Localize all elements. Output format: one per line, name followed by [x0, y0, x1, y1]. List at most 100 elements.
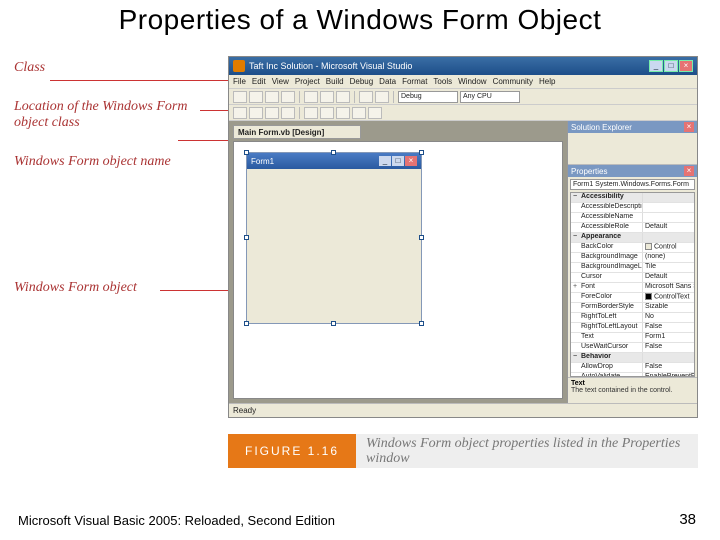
toolbar-button[interactable] [304, 107, 318, 119]
menu-item-edit[interactable]: Edit [252, 77, 266, 86]
toolbar-button[interactable] [375, 91, 389, 103]
toolbar-button[interactable] [281, 91, 295, 103]
properties-grid[interactable]: −AccessibilityAccessibleDescriptionAcces… [570, 192, 695, 377]
property-value[interactable]: Default [643, 273, 694, 282]
minimize-button[interactable]: _ [649, 60, 663, 72]
toolbar-button[interactable] [336, 107, 350, 119]
toolbar-button[interactable] [233, 107, 247, 119]
property-row[interactable]: AllowDropFalse [571, 363, 694, 373]
toolbar-button[interactable] [265, 107, 279, 119]
property-row[interactable]: RightToLeftLayoutFalse [571, 323, 694, 333]
expand-icon [571, 253, 579, 262]
resize-handle[interactable] [331, 150, 336, 155]
property-value[interactable]: Microsoft Sans Serif [643, 283, 694, 292]
resize-handle[interactable] [331, 321, 336, 326]
toolbar-button[interactable] [249, 91, 263, 103]
property-value[interactable]: Sizable [643, 303, 694, 312]
windows-form-object[interactable]: Form1 _ □ × [246, 152, 422, 324]
menu-item-file[interactable]: File [233, 77, 246, 86]
right-panel-column: Solution Explorer × Properties × Form1 S… [567, 121, 697, 403]
menu-item-data[interactable]: Data [379, 77, 396, 86]
resize-handle[interactable] [244, 235, 249, 240]
form-minimize-icon[interactable]: _ [379, 156, 391, 166]
menu-item-build[interactable]: Build [326, 77, 344, 86]
property-name: AccessibleDescription [579, 203, 643, 212]
toolbar-button[interactable] [359, 91, 373, 103]
toolbar-button[interactable] [304, 91, 318, 103]
toolbar-button[interactable] [320, 91, 334, 103]
pane-close-icon[interactable]: × [684, 166, 694, 176]
toolbar-button[interactable] [249, 107, 263, 119]
property-row[interactable]: BackgroundImage(none) [571, 253, 694, 263]
resize-handle[interactable] [244, 150, 249, 155]
property-row[interactable]: RightToLeftNo [571, 313, 694, 323]
property-row[interactable]: UseWaitCursorFalse [571, 343, 694, 353]
menu-item-community[interactable]: Community [493, 77, 533, 86]
toolbar-button[interactable] [352, 107, 366, 119]
resize-handle[interactable] [419, 150, 424, 155]
property-row[interactable]: +FontMicrosoft Sans Serif [571, 283, 694, 293]
expand-icon[interactable]: − [571, 353, 579, 362]
toolbar-button[interactable] [336, 91, 350, 103]
property-value[interactable] [643, 213, 694, 222]
property-row[interactable]: TextForm1 [571, 333, 694, 343]
menu-item-project[interactable]: Project [295, 77, 320, 86]
expand-icon [571, 343, 579, 352]
form-close-icon[interactable]: × [405, 156, 417, 166]
close-button[interactable]: × [679, 60, 693, 72]
vs-app-icon [233, 60, 245, 72]
menu-item-debug[interactable]: Debug [350, 77, 374, 86]
property-value[interactable]: No [643, 313, 694, 322]
properties-object-selector[interactable]: Form1 System.Windows.Forms.Form [570, 179, 695, 190]
property-value[interactable]: Tile [643, 263, 694, 272]
property-value[interactable] [643, 203, 694, 212]
toolbar-button[interactable] [368, 107, 382, 119]
config-combo[interactable]: Debug [398, 91, 458, 103]
document-tab[interactable]: Main Form.vb [Design] [233, 125, 361, 139]
property-value[interactable]: False [643, 323, 694, 332]
property-row[interactable]: CursorDefault [571, 273, 694, 283]
platform-combo[interactable]: Any CPU [460, 91, 520, 103]
property-row[interactable]: AccessibleName [571, 213, 694, 223]
menu-item-tools[interactable]: Tools [433, 77, 452, 86]
property-value[interactable]: False [643, 363, 694, 372]
property-row[interactable]: BackgroundImageLayoutTile [571, 263, 694, 273]
property-name: AccessibleRole [579, 223, 643, 232]
expand-icon [571, 243, 579, 252]
help-prop-desc: The text contained in the control. [571, 387, 673, 394]
property-row[interactable]: AccessibleDescription [571, 203, 694, 213]
menu-item-help[interactable]: Help [539, 77, 555, 86]
resize-handle[interactable] [419, 321, 424, 326]
properties-title-bar: Properties × [568, 165, 697, 177]
property-value[interactable]: ControlText [643, 293, 694, 302]
expand-icon[interactable]: − [571, 233, 579, 242]
slide-title: Properties of a Windows Form Object [0, 4, 720, 36]
property-value[interactable]: (none) [643, 253, 694, 262]
property-row[interactable]: BackColorControl [571, 243, 694, 253]
pane-close-icon[interactable]: × [684, 122, 694, 132]
design-surface[interactable]: Form1 _ □ × [233, 141, 563, 399]
resize-handle[interactable] [419, 235, 424, 240]
toolbar-button[interactable] [320, 107, 334, 119]
form-maximize-icon[interactable]: □ [392, 156, 404, 166]
menu-item-format[interactable]: Format [402, 77, 427, 86]
property-row[interactable]: FormBorderStyleSizable [571, 303, 694, 313]
vs-title-bar: Taft Inc Solution - Microsoft Visual Stu… [229, 57, 697, 75]
toolbar-button[interactable] [233, 91, 247, 103]
property-row[interactable]: AccessibleRoleDefault [571, 223, 694, 233]
expand-icon[interactable]: − [571, 193, 579, 202]
expand-icon[interactable]: + [571, 283, 579, 292]
toolbar-button[interactable] [265, 91, 279, 103]
toolbar-button[interactable] [281, 107, 295, 119]
property-value[interactable]: Control [643, 243, 694, 252]
property-value[interactable]: Default [643, 223, 694, 232]
resize-handle[interactable] [244, 321, 249, 326]
maximize-button[interactable]: □ [664, 60, 678, 72]
menu-item-window[interactable]: Window [458, 77, 486, 86]
menu-item-view[interactable]: View [272, 77, 289, 86]
footer-book-title: Microsoft Visual Basic 2005: Reloaded, S… [18, 513, 335, 528]
property-row[interactable]: ForeColorControlText [571, 293, 694, 303]
status-bar: Ready [229, 403, 697, 417]
property-value[interactable]: False [643, 343, 694, 352]
property-value[interactable]: Form1 [643, 333, 694, 342]
